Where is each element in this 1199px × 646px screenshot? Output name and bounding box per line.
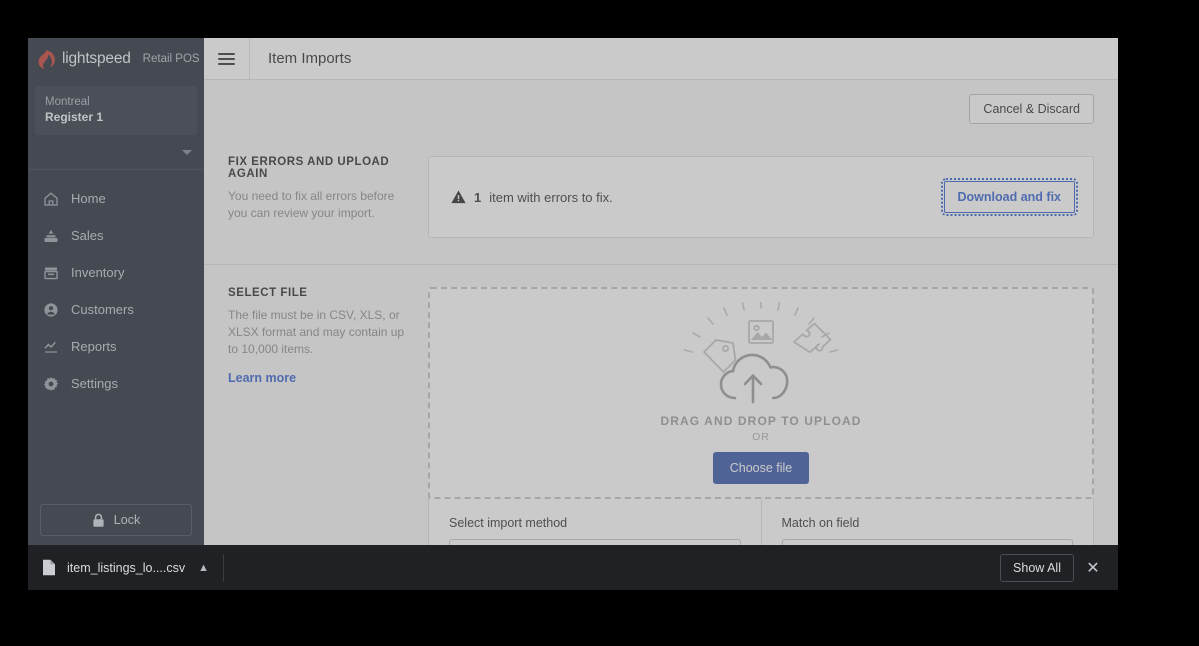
fix-errors-info: FIX ERRORS AND UPLOAD AGAIN You need to … (228, 156, 428, 238)
store-expand-toggle[interactable] (28, 135, 204, 169)
sidebar-item-label: Inventory (71, 265, 125, 281)
download-item[interactable]: item_listings_lo....csv ▲ (42, 553, 224, 582)
sidebar-item-label: Home (71, 191, 106, 207)
download-and-fix-button[interactable]: Download and fix (940, 178, 1079, 216)
sidebar-item-customers[interactable]: Customers (28, 291, 204, 328)
file-icon (43, 559, 55, 576)
reports-icon (43, 339, 59, 355)
cloud-upload-illustration (683, 302, 839, 404)
store-selector-card[interactable]: Montreal Register 1 (35, 86, 197, 136)
main-area: Item Imports Cancel & Discard FIX ERRORS… (204, 38, 1118, 590)
error-panel: 1 item with errors to fix. Download and … (428, 156, 1094, 238)
error-message: item with errors to fix. (489, 189, 613, 205)
sidebar-item-reports[interactable]: Reports (28, 328, 204, 365)
download-file-name: item_listings_lo....csv (67, 560, 186, 575)
match-field-label: Match on field (781, 516, 860, 530)
sidebar-item-label: Settings (71, 376, 118, 392)
lock-icon (93, 513, 104, 527)
choose-file-button[interactable]: Choose file (712, 452, 810, 484)
sidebar-item-label: Customers (71, 302, 134, 318)
error-message-row: 1 item with errors to fix. (451, 190, 613, 205)
inventory-icon (43, 265, 59, 281)
page-content: Cancel & Discard FIX ERRORS AND UPLOAD A… (204, 80, 1118, 590)
product-label: Retail POS (142, 53, 200, 65)
topbar: Item Imports (204, 38, 1118, 80)
lightspeed-flame-icon (38, 49, 55, 69)
cancel-discard-button[interactable]: Cancel & Discard (969, 94, 1094, 124)
download-bar: item_listings_lo....csv ▲ Show All ✕ (28, 545, 1118, 590)
brand-header[interactable]: lightspeed Retail POS (28, 38, 212, 80)
fix-errors-description: You need to fix all errors before you ca… (228, 189, 395, 221)
screen-canvas: lightspeed Retail POS Montreal Register … (0, 0, 1199, 646)
lock-label: Lock (113, 513, 141, 527)
store-location: Montreal (45, 96, 90, 108)
store-register: Register 1 (45, 110, 104, 125)
sidebar-item-label: Reports (71, 339, 117, 355)
select-file-description: The file must be in CSV, XLS, or XLSX fo… (228, 308, 405, 357)
settings-icon (43, 376, 59, 392)
sidebar-item-inventory[interactable]: Inventory (28, 254, 204, 291)
sidebar-item-sales[interactable]: Sales (28, 217, 204, 254)
sidebar: lightspeed Retail POS Montreal Register … (28, 38, 212, 590)
sidebar-item-settings[interactable]: Settings (28, 365, 204, 402)
or-label: OR (752, 431, 770, 443)
import-method-label: Select import method (449, 516, 568, 530)
drag-drop-label: DRAG AND DROP TO UPLOAD (660, 414, 862, 428)
warning-triangle-icon (451, 190, 466, 204)
sales-icon (43, 228, 59, 244)
sidebar-item-home[interactable]: Home (28, 180, 204, 217)
customers-icon (43, 302, 59, 318)
menu-toggle-button[interactable] (204, 38, 250, 79)
fix-errors-title: FIX ERRORS AND UPLOAD AGAIN (228, 156, 390, 180)
fix-errors-panel-wrap: 1 item with errors to fix. Download and … (428, 156, 1094, 238)
sidebar-nav: Home Sales Inventory Customers Reports S… (28, 170, 204, 402)
browser-window: lightspeed Retail POS Montreal Register … (28, 38, 1118, 590)
error-count: 1 (474, 189, 482, 205)
chevron-up-icon[interactable]: ▲ (198, 562, 209, 574)
page-toolbar: Cancel & Discard (204, 80, 1118, 134)
fix-errors-section: FIX ERRORS AND UPLOAD AGAIN You need to … (204, 134, 1118, 265)
select-file-section: SELECT FILE The file must be in CSV, XLS… (204, 265, 1118, 590)
sidebar-item-label: Sales (71, 228, 104, 244)
learn-more-link[interactable]: Learn more (228, 371, 296, 385)
brand-name: lightspeed (62, 50, 131, 67)
chevron-down-icon (182, 149, 192, 155)
page-title: Item Imports (268, 50, 352, 67)
show-all-button[interactable]: Show All (1000, 553, 1074, 582)
close-icon[interactable]: ✕ (1078, 553, 1108, 583)
download-bar-actions: Show All ✕ (1000, 553, 1108, 583)
select-file-title: SELECT FILE (228, 287, 308, 299)
product-selector[interactable]: Retail POS (143, 53, 212, 65)
file-dropzone[interactable]: DRAG AND DROP TO UPLOAD OR Choose file (428, 287, 1094, 499)
hamburger-icon (218, 50, 235, 68)
home-icon (43, 191, 59, 207)
lock-button[interactable]: Lock (40, 504, 192, 536)
app-shell: lightspeed Retail POS Montreal Register … (28, 38, 1118, 590)
